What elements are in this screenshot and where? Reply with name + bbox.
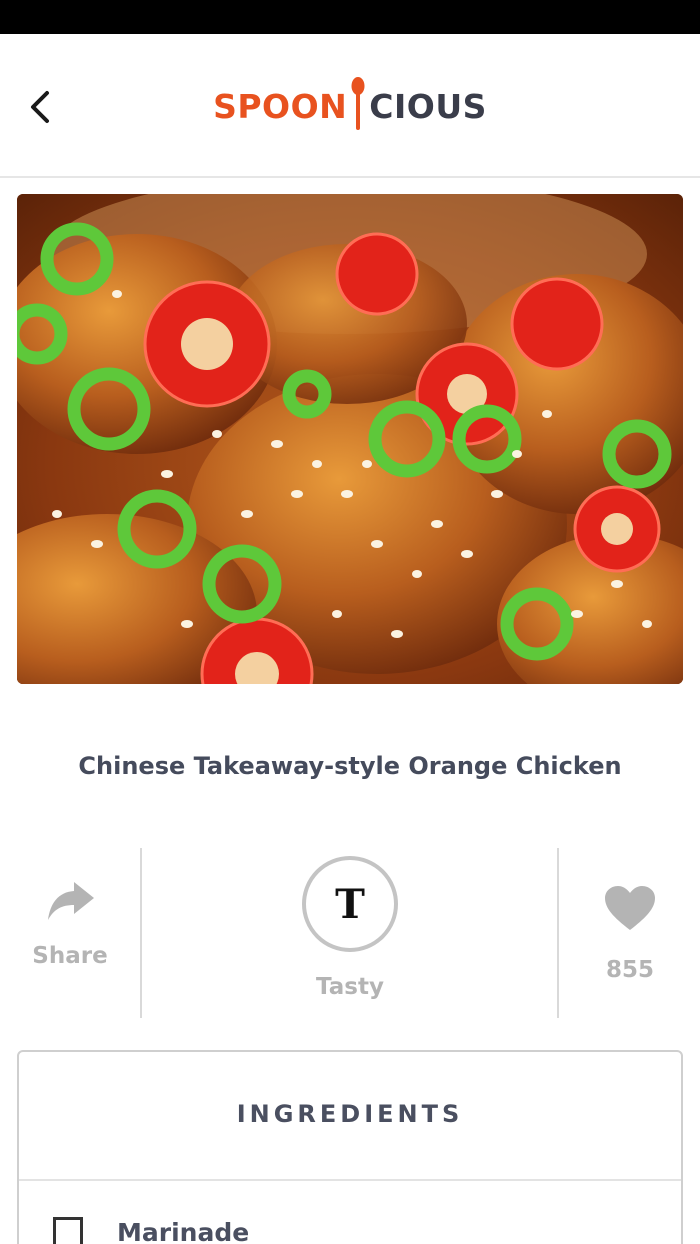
app-header: SPOON CIOUS: [0, 34, 700, 178]
status-bar: [0, 0, 700, 34]
ingredient-row[interactable]: Marinade: [53, 1212, 249, 1244]
spoon-icon: [351, 76, 365, 137]
logo-text-left: SPOON: [213, 86, 348, 126]
ingredients-card: INGREDIENTS Marinade: [17, 1050, 683, 1244]
heart-icon: [605, 886, 655, 930]
author-name: Tasty: [316, 974, 384, 1000]
food-photo: [17, 194, 683, 684]
recipe-action-bar: Share T Tasty 855: [0, 848, 700, 1018]
recipe-title: Chinese Takeaway-style Orange Chicken: [78, 752, 622, 780]
like-count: 855: [605, 957, 654, 983]
share-button[interactable]: Share: [20, 878, 120, 969]
action-divider-left: [140, 848, 142, 1018]
share-label: Share: [32, 943, 108, 969]
logo-text-right: CIOUS: [369, 86, 487, 126]
share-arrow-icon: [48, 882, 94, 920]
action-divider-right: [557, 848, 559, 1018]
ingredient-checkbox[interactable]: [53, 1217, 83, 1244]
ingredient-label: Marinade: [117, 1217, 250, 1244]
ingredients-divider: [19, 1179, 681, 1181]
ingredients-heading: INGREDIENTS: [236, 1100, 464, 1128]
recipe-hero-image[interactable]: [17, 194, 683, 684]
like-button[interactable]: 855: [580, 884, 680, 983]
author-profile-button[interactable]: T Tasty: [280, 856, 420, 1000]
app-logo: SPOON CIOUS: [0, 76, 700, 132]
author-avatar: T: [302, 856, 398, 952]
